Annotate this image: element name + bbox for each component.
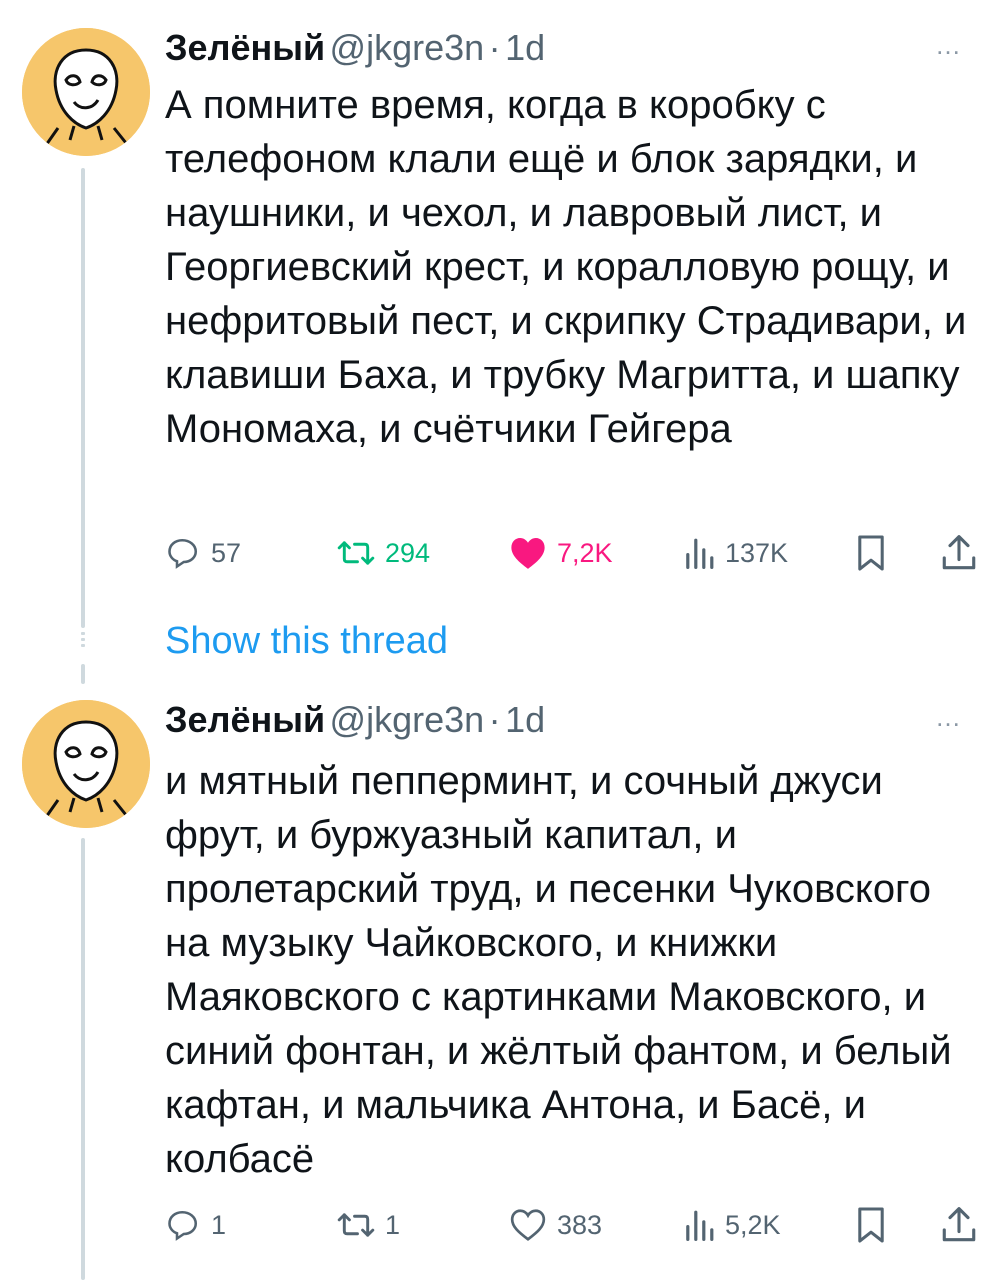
author-name[interactable]: Зелёный — [165, 27, 325, 68]
heart-outline-icon — [510, 1209, 546, 1241]
separator-dot: · — [488, 27, 501, 68]
like-button[interactable]: 383 — [509, 1202, 602, 1248]
thread-connector-line — [81, 168, 85, 628]
reply-count: 57 — [211, 537, 242, 568]
author-handle[interactable]: @jkgre3n — [330, 27, 485, 68]
tweet-header: Зелёный @jkgre3n · 1d … — [165, 698, 985, 742]
tweet-text: и мятный пепперминт, и сочный джуси фрут… — [165, 759, 952, 1181]
views-button[interactable]: 5,2K — [683, 1202, 781, 1248]
views-chart-icon — [686, 1210, 714, 1241]
views-count: 5,2K — [725, 1209, 781, 1240]
tweet[interactable]: Зелёный @jkgre3n · 1d … А помните время,… — [0, 0, 1005, 628]
tweet[interactable]: Зелёный @jkgre3n · 1d … и мятный пепперм… — [0, 664, 1005, 1280]
timestamp[interactable]: 1d — [505, 27, 545, 68]
reply-button[interactable]: 57 — [165, 530, 241, 576]
thread-connector-line — [81, 838, 85, 1280]
like-count: 383 — [557, 1209, 603, 1240]
retweet-button[interactable]: 1 — [337, 1202, 400, 1248]
thread-connector-line — [81, 664, 85, 684]
more-options-icon[interactable]: … — [935, 30, 963, 61]
avatar[interactable] — [22, 28, 150, 156]
tweet-actions: 57 294 7,2K 137K — [165, 530, 985, 576]
reply-count: 1 — [211, 1209, 227, 1240]
tweet-actions: 1 1 383 5,2K — [165, 1202, 985, 1248]
separator-dot: · — [488, 699, 501, 740]
bookmark-icon — [858, 1207, 884, 1243]
alien-face-icon — [22, 28, 150, 156]
more-options-icon[interactable]: … — [935, 702, 963, 733]
bookmark-button[interactable] — [855, 1202, 887, 1248]
share-icon — [942, 535, 976, 570]
reply-icon — [168, 538, 198, 569]
bookmark-icon — [858, 535, 884, 571]
retweet-button[interactable]: 294 — [337, 530, 430, 576]
show-thread-link[interactable]: Show this thread — [165, 616, 448, 666]
heart-filled-icon — [511, 537, 545, 569]
timestamp[interactable]: 1d — [505, 699, 545, 740]
avatar[interactable] — [22, 700, 150, 828]
like-count: 7,2K — [557, 537, 613, 568]
share-button[interactable] — [941, 530, 977, 576]
tweet-text: А помните время, когда в коробку с телеф… — [165, 83, 967, 451]
alien-face-icon — [22, 700, 150, 828]
retweet-count: 294 — [385, 537, 431, 568]
views-count: 137K — [725, 537, 789, 568]
thread-gap-dots — [81, 632, 85, 650]
retweet-icon — [337, 541, 375, 565]
author-handle[interactable]: @jkgre3n — [330, 699, 485, 740]
tweet-header: Зелёный @jkgre3n · 1d … — [165, 26, 985, 70]
views-chart-icon — [686, 538, 714, 569]
bookmark-button[interactable] — [855, 530, 887, 576]
views-button[interactable]: 137K — [683, 530, 788, 576]
share-button[interactable] — [941, 1202, 977, 1248]
retweet-icon — [337, 1213, 375, 1237]
retweet-count: 1 — [385, 1209, 401, 1240]
reply-button[interactable]: 1 — [165, 1202, 226, 1248]
author-name[interactable]: Зелёный — [165, 699, 325, 740]
share-icon — [942, 1207, 976, 1242]
like-button[interactable]: 7,2K — [509, 530, 613, 576]
reply-icon — [168, 1210, 198, 1241]
